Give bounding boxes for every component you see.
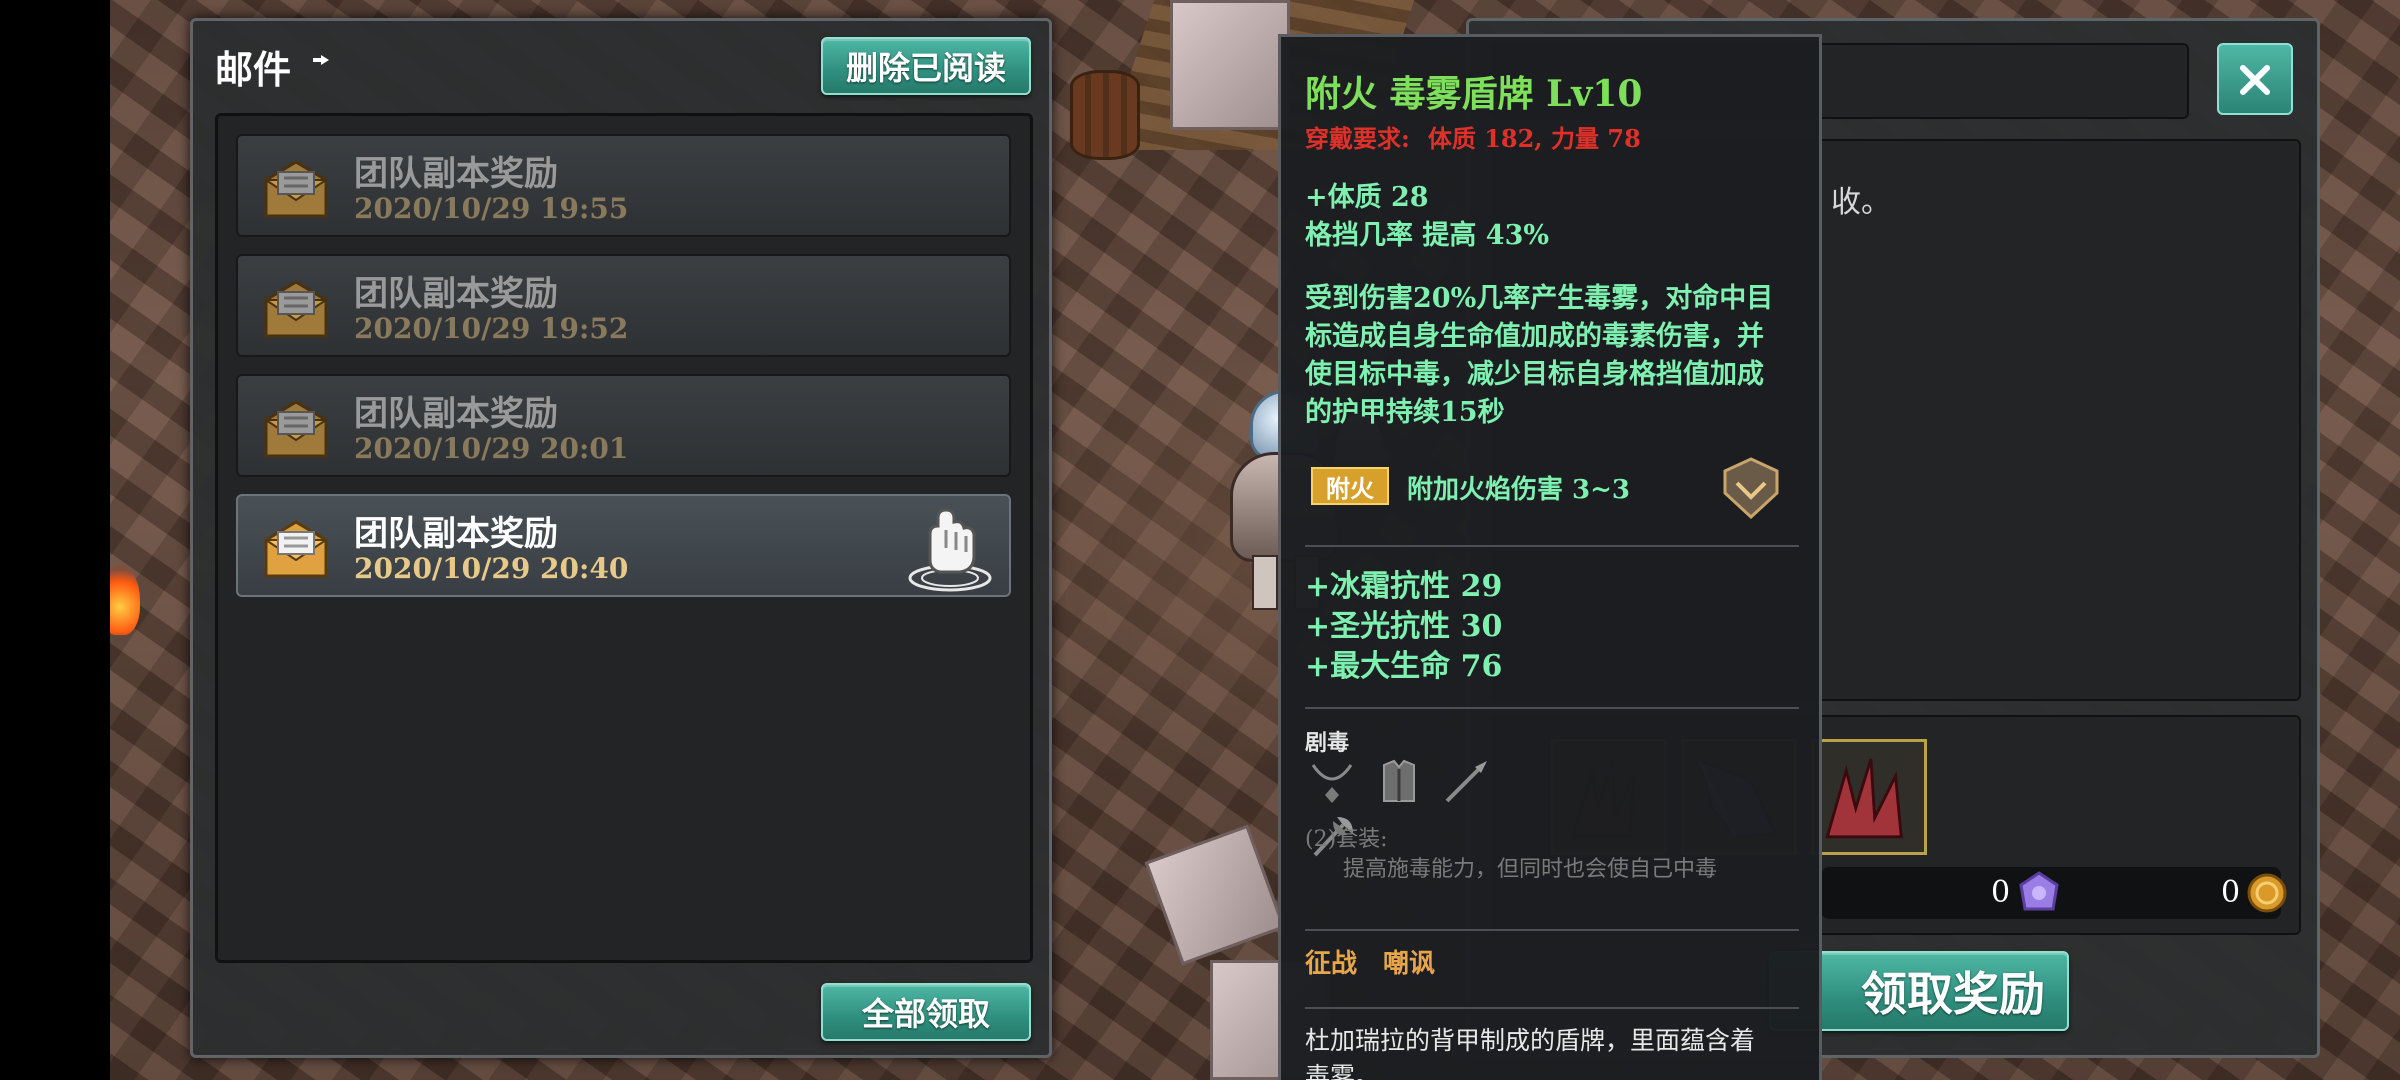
- item-stat: +体质 28: [1305, 182, 1429, 213]
- item-name: 附火 毒雾盾牌 Lv10: [1305, 73, 1643, 115]
- set-bonus-description: 提高施毒能力，但同时也会使自己中毒: [1343, 857, 1718, 882]
- attachment-slot-red-shard[interactable]: [1811, 739, 1927, 855]
- item-resist: +圣光抗性 30: [1305, 609, 1503, 644]
- effect-line: 使目标中毒，减少目标自身格挡值加成: [1305, 359, 1764, 390]
- mail-body-text: 收。: [1831, 185, 1891, 220]
- claim-all-button[interactable]: 全部领取: [821, 983, 1031, 1041]
- mail-subject: 团队副本奖励: [354, 154, 558, 194]
- envelope-icon: [260, 514, 332, 586]
- necklace-icon: [1311, 764, 1353, 803]
- set-bonus-label: (2)套装:: [1305, 827, 1388, 852]
- coin-count: 0: [2221, 875, 2241, 910]
- mail-item-selected[interactable]: 团队副本奖励 2020/10/29 20:40: [236, 494, 1011, 597]
- mail-date: 2020/10/29 20:40: [354, 552, 629, 585]
- effect-line: 标造成自身生命值加成的毒素伤害，并: [1305, 321, 1764, 352]
- armor-icon: [1383, 759, 1416, 802]
- divider: [1305, 545, 1799, 547]
- stone-wall: [1170, 0, 1290, 130]
- item-tag: 征战: [1305, 949, 1358, 979]
- item-flavor-text: 杜加瑞拉的背甲制成的盾牌，里面蕴含着 毒雾。: [1305, 1023, 1805, 1080]
- item-requirement: 穿戴要求: 体质 182, 力量 78: [1305, 119, 1641, 154]
- coin-icon: [2245, 871, 2289, 915]
- enchant-tag: 附火: [1311, 467, 1389, 505]
- gem-count: 0: [1991, 875, 2011, 910]
- close-icon[interactable]: [2217, 43, 2293, 115]
- divider: [1305, 929, 1799, 931]
- mail-title: 邮件: [215, 47, 292, 92]
- item-stat: 格挡几率 提高 43%: [1305, 220, 1550, 251]
- flavor-line: 杜加瑞拉的背甲制成的盾牌，里面蕴含着: [1305, 1026, 1756, 1055]
- delete-read-button[interactable]: 删除已阅读: [821, 37, 1031, 95]
- flavor-line: 毒雾。: [1305, 1062, 1381, 1080]
- requirement-value: 体质 182, 力量 78: [1427, 124, 1641, 153]
- mail-item[interactable]: 团队副本奖励 2020/10/29 19:55: [236, 134, 1011, 237]
- mail-list[interactable]: 团队副本奖励 2020/10/29 19:55 团队副本奖励 2020/10/2…: [215, 113, 1033, 963]
- mail-date: 2020/10/29 19:52: [354, 312, 629, 345]
- envelope-icon: [260, 154, 332, 226]
- mail-item[interactable]: 团队副本奖励 2020/10/29 19:52: [236, 254, 1011, 357]
- requirement-label: 穿戴要求:: [1305, 124, 1410, 153]
- barrel: [1070, 70, 1140, 160]
- arrow-right-icon: [313, 55, 329, 65]
- torch-fire: [110, 565, 140, 635]
- divider: [1305, 707, 1799, 709]
- item-tags: 征战 嘲讽: [1305, 943, 1435, 980]
- stone-block: [1144, 824, 1286, 966]
- currency-bar: 0 0: [1821, 867, 2287, 919]
- item-tag: 嘲讽: [1383, 949, 1436, 979]
- gem-icon: [2017, 871, 2061, 915]
- enchant-effect: 附加火焰伤害 3~3: [1407, 475, 1631, 505]
- mail-subject: 团队副本奖励: [354, 394, 558, 434]
- mail-date: 2020/10/29 19:55: [354, 192, 629, 225]
- mail-subject: 团队副本奖励: [354, 274, 558, 314]
- mail-panel: 邮件 删除已阅读 团队副本奖励 2020/10/29 19:55 团队副本奖励 …: [190, 18, 1052, 1058]
- set-name: 剧毒: [1305, 730, 1350, 756]
- shield-icon: [1723, 457, 1779, 520]
- spear-icon: [1445, 761, 1488, 803]
- effect-line: 的护甲持续15秒: [1305, 397, 1505, 428]
- effect-line: 受到伤害20%几率产生毒雾，对命中目: [1305, 283, 1774, 314]
- divider: [1305, 1007, 1799, 1009]
- mail-subject: 团队副本奖励: [354, 514, 558, 554]
- item-resist: +最大生命 76: [1305, 649, 1503, 684]
- item-effect-description: 受到伤害20%几率产生毒雾，对命中目 标造成自身生命值加成的毒素伤害，并 使目标…: [1305, 280, 1799, 432]
- envelope-icon: [260, 274, 332, 346]
- item-tooltip: 附火 毒雾盾牌 Lv10 穿戴要求: 体质 182, 力量 78 +体质 28 格…: [1278, 34, 1822, 1080]
- envelope-icon: [260, 394, 332, 466]
- set-piece-icons: [1307, 757, 1567, 857]
- tap-hand-icon: [900, 500, 995, 595]
- mail-date: 2020/10/29 20:01: [354, 432, 629, 465]
- mail-item[interactable]: 团队副本奖励 2020/10/29 20:01: [236, 374, 1011, 477]
- item-resist: +冰霜抗性 29: [1305, 569, 1503, 604]
